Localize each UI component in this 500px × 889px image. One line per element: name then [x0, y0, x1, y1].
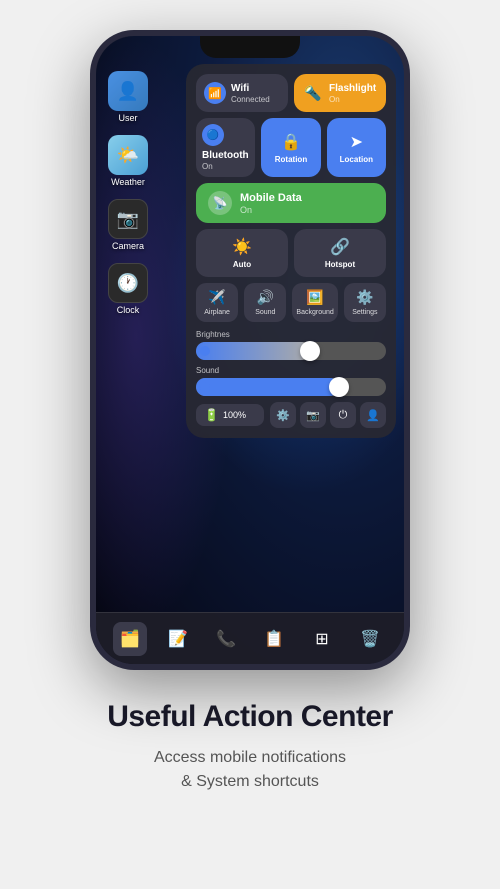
- rotation-name: Rotation: [275, 155, 307, 164]
- mobile-data-icon: 📡: [208, 191, 232, 215]
- sound-slider-row: Sound: [196, 366, 386, 396]
- bluetooth-tile[interactable]: 🔵 Bluetooth On: [196, 118, 255, 177]
- brightness-dot: [200, 346, 210, 356]
- dock-phone[interactable]: 📞: [209, 622, 243, 656]
- wifi-tile[interactable]: 📶 Wifi Connected: [196, 74, 288, 112]
- battery-icon: 🔋: [204, 408, 219, 422]
- user-app-label: User: [118, 113, 137, 123]
- hotspot-name: Hotspot: [325, 260, 355, 269]
- sound-slider-label: Sound: [196, 366, 386, 375]
- background-icon: 🖼️: [306, 289, 323, 306]
- app-clock[interactable]: 🕐 Clock: [108, 263, 148, 315]
- airplane-icon: ✈️: [208, 289, 225, 306]
- auto-tile[interactable]: ☀️ Auto: [196, 229, 288, 277]
- dock-font[interactable]: 📝: [161, 622, 195, 656]
- hotspot-tile[interactable]: 🔗 Hotspot: [294, 229, 386, 277]
- dock-switch[interactable]: ⊞: [305, 622, 339, 656]
- airplane-label: Airplane: [204, 309, 230, 316]
- status-icon-group: ⚙️ 📷 ⏻ 👤: [270, 402, 386, 428]
- camera-app-label: Camera: [112, 241, 144, 251]
- bluetooth-header: 🔵: [202, 124, 249, 146]
- cc-status-bar: 🔋 100% ⚙️ 📷 ⏻ 👤: [196, 402, 386, 428]
- clock-app-icon: 🕐: [108, 263, 148, 303]
- brightness-track[interactable]: [196, 342, 386, 360]
- settings-label: Settings: [352, 309, 377, 316]
- battery-percent: 100%: [223, 410, 246, 420]
- camera-status-btn[interactable]: 📷: [300, 402, 326, 428]
- camera-app-icon: 📷: [108, 199, 148, 239]
- sound-icon: 🔊: [257, 289, 274, 306]
- auto-icon: ☀️: [232, 237, 252, 257]
- phone-frame: 👤 User 🌤️ Weather 📷 Camera 🕐 Clock: [90, 30, 410, 670]
- auto-name: Auto: [233, 260, 251, 269]
- mobile-data-info: Mobile Data On: [240, 192, 302, 215]
- phone-wrapper: 👤 User 🌤️ Weather 📷 Camera 🕐 Clock: [90, 30, 410, 670]
- rotation-icon: 🔒: [281, 132, 301, 152]
- mobile-data-name: Mobile Data: [240, 192, 302, 204]
- flashlight-info: Flashlight On: [329, 83, 376, 104]
- sound-thumb[interactable]: [329, 377, 349, 397]
- app-icons-list: 👤 User 🌤️ Weather 📷 Camera 🕐 Clock: [108, 71, 148, 315]
- flashlight-name: Flashlight: [329, 83, 376, 94]
- cc-row-4: ☀️ Auto 🔗 Hotspot: [196, 229, 386, 277]
- background-btn[interactable]: 🖼️ Background: [292, 283, 337, 322]
- background-label: Background: [296, 309, 333, 316]
- sound-track[interactable]: [196, 378, 386, 396]
- wifi-status: Connected: [231, 95, 270, 104]
- mobile-data-status: On: [240, 205, 302, 215]
- rotation-tile[interactable]: 🔒 Rotation: [261, 118, 320, 177]
- bluetooth-status: On: [202, 162, 249, 171]
- hotspot-icon: 🔗: [330, 237, 350, 257]
- brightness-label: Brightnes: [196, 330, 386, 339]
- phone-notch: [200, 36, 300, 58]
- location-name: Location: [340, 155, 373, 164]
- brightness-thumb[interactable]: [300, 341, 320, 361]
- profile-btn[interactable]: 👤: [360, 402, 386, 428]
- bluetooth-icon: 🔵: [202, 124, 224, 146]
- sound-fill: [196, 378, 339, 396]
- cc-row-5: ✈️ Airplane 🔊 Sound 🖼️ Background ⚙️ Set…: [196, 283, 386, 322]
- app-camera[interactable]: 📷 Camera: [108, 199, 148, 251]
- clock-app-label: Clock: [117, 305, 140, 315]
- wifi-info: Wifi Connected: [231, 83, 270, 104]
- wifi-icon: 📶: [204, 82, 226, 104]
- wifi-name: Wifi: [231, 83, 270, 94]
- cc-row-1: 📶 Wifi Connected 🔦 Flashlight On: [196, 74, 386, 112]
- dock-trash[interactable]: 🗑️: [353, 622, 387, 656]
- app-user[interactable]: 👤 User: [108, 71, 148, 123]
- gear-status-btn[interactable]: ⚙️: [270, 402, 296, 428]
- location-icon: ➤: [350, 132, 363, 152]
- app-weather[interactable]: 🌤️ Weather: [108, 135, 148, 187]
- bluetooth-label-group: Bluetooth On: [202, 150, 249, 171]
- mobile-data-tile[interactable]: 📡 Mobile Data On: [196, 183, 386, 223]
- flashlight-status: On: [329, 95, 376, 104]
- sound-label: Sound: [255, 309, 275, 316]
- user-app-icon: 👤: [108, 71, 148, 111]
- flashlight-header: 🔦 Flashlight On: [302, 82, 378, 104]
- text-section: Useful Action Center Access mobile notif…: [67, 700, 433, 834]
- phone-dock: 🗂️ 📝 📞 📋 ⊞ 🗑️: [96, 612, 404, 664]
- page-subtitle: Access mobile notifications& System shor…: [107, 746, 393, 794]
- control-center-panel: 📶 Wifi Connected 🔦 Flashlight On: [186, 64, 396, 438]
- dock-notes[interactable]: 📋: [257, 622, 291, 656]
- brightness-fill: [196, 342, 310, 360]
- dock-finder[interactable]: 🗂️: [113, 622, 147, 656]
- airplane-btn[interactable]: ✈️ Airplane: [196, 283, 238, 322]
- wifi-tile-header: 📶 Wifi Connected: [204, 82, 280, 104]
- brightness-slider-row: Brightnes: [196, 330, 386, 360]
- cc-row-2: 🔵 Bluetooth On 🔒 Rotation ➤ Location: [196, 118, 386, 177]
- weather-app-icon: 🌤️: [108, 135, 148, 175]
- sound-btn[interactable]: 🔊 Sound: [244, 283, 286, 322]
- battery-indicator: 🔋 100%: [196, 404, 264, 426]
- sound-dot: [200, 382, 210, 392]
- bluetooth-name: Bluetooth: [202, 150, 249, 161]
- weather-app-label: Weather: [111, 177, 145, 187]
- flashlight-icon: 🔦: [302, 82, 324, 104]
- settings-btn[interactable]: ⚙️ Settings: [344, 283, 386, 322]
- settings-icon: ⚙️: [356, 289, 373, 306]
- location-tile[interactable]: ➤ Location: [327, 118, 386, 177]
- page-title: Useful Action Center: [107, 700, 393, 734]
- flashlight-tile[interactable]: 🔦 Flashlight On: [294, 74, 386, 112]
- power-btn[interactable]: ⏻: [330, 402, 356, 428]
